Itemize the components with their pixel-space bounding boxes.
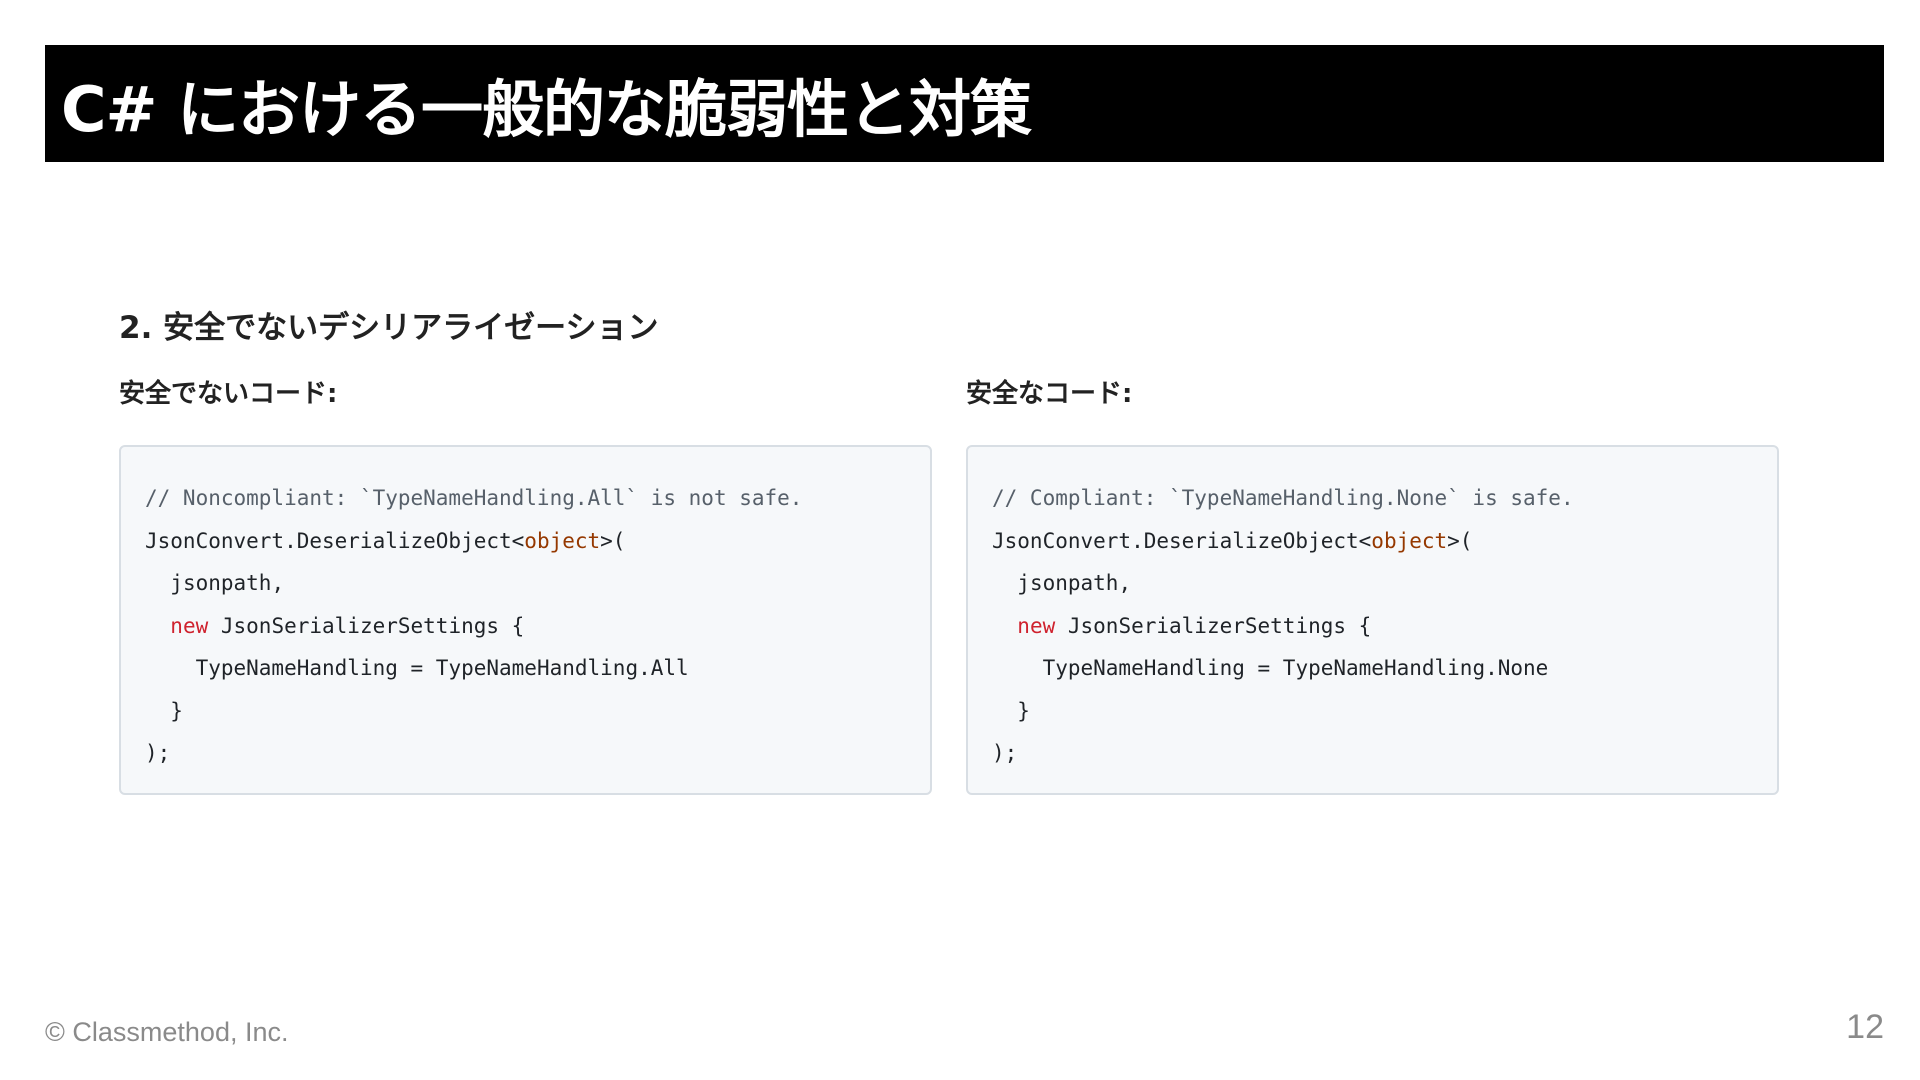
code-line: );	[145, 732, 930, 775]
code-line: new JsonSerializerSettings {	[992, 605, 1777, 648]
code-type: object	[1371, 528, 1448, 553]
insecure-code-label: 安全でないコード:	[119, 379, 338, 409]
code-line: new JsonSerializerSettings {	[145, 605, 930, 648]
copyright-footer: © Classmethod, Inc.	[45, 1017, 289, 1047]
code-line: // Compliant: `TypeNameHandling.None` is…	[992, 477, 1777, 520]
slide: C# における一般的な脆弱性と対策 2. 安全でないデシリアライゼーション 安全…	[0, 0, 1920, 1080]
code-line: );	[992, 732, 1777, 775]
insecure-code-block: // Noncompliant: `TypeNameHandling.All` …	[119, 445, 932, 795]
title-bar: C# における一般的な脆弱性と対策	[45, 45, 1884, 162]
code-text: jsonpath,	[170, 571, 285, 595]
code-line: JsonConvert.DeserializeObject<object>(	[992, 520, 1777, 563]
code-line: }	[145, 690, 930, 733]
code-comment: // Noncompliant: `TypeNameHandling.All` …	[145, 486, 803, 510]
code-text: }	[1017, 698, 1030, 723]
slide-title: C# における一般的な脆弱性と対策	[61, 72, 1032, 146]
code-line: // Noncompliant: `TypeNameHandling.All` …	[145, 477, 930, 520]
code-keyword: new	[1017, 613, 1056, 638]
code-text: >(	[600, 528, 626, 553]
code-line: JsonConvert.DeserializeObject<object>(	[145, 520, 930, 563]
code-text: >(	[1447, 528, 1473, 553]
code-keyword: new	[170, 613, 209, 638]
code-text: );	[145, 741, 171, 765]
code-line: TypeNameHandling = TypeNameHandling.All	[145, 647, 930, 690]
page-number: 12	[1846, 1008, 1884, 1046]
secure-code-block: // Compliant: `TypeNameHandling.None` is…	[966, 445, 1779, 795]
code-type: object	[524, 528, 601, 553]
code-text: JsonSerializerSettings {	[208, 613, 525, 638]
code-line: }	[992, 690, 1777, 733]
code-text: TypeNameHandling = TypeNameHandling.None	[1042, 656, 1549, 680]
code-text: jsonpath,	[1017, 571, 1132, 595]
code-text: TypeNameHandling = TypeNameHandling.All	[195, 656, 689, 680]
code-text: JsonConvert.DeserializeObject<	[992, 528, 1372, 553]
code-comment: // Compliant: `TypeNameHandling.None` is…	[992, 486, 1574, 510]
section-heading: 2. 安全でないデシリアライゼーション	[119, 310, 659, 346]
code-line: jsonpath,	[992, 562, 1777, 605]
secure-code-label: 安全なコード:	[966, 379, 1133, 409]
code-text: }	[170, 698, 183, 723]
code-line: jsonpath,	[145, 562, 930, 605]
code-line: TypeNameHandling = TypeNameHandling.None	[992, 647, 1777, 690]
code-text: JsonSerializerSettings {	[1055, 613, 1372, 638]
code-text: JsonConvert.DeserializeObject<	[145, 528, 525, 553]
code-text: );	[992, 741, 1018, 765]
